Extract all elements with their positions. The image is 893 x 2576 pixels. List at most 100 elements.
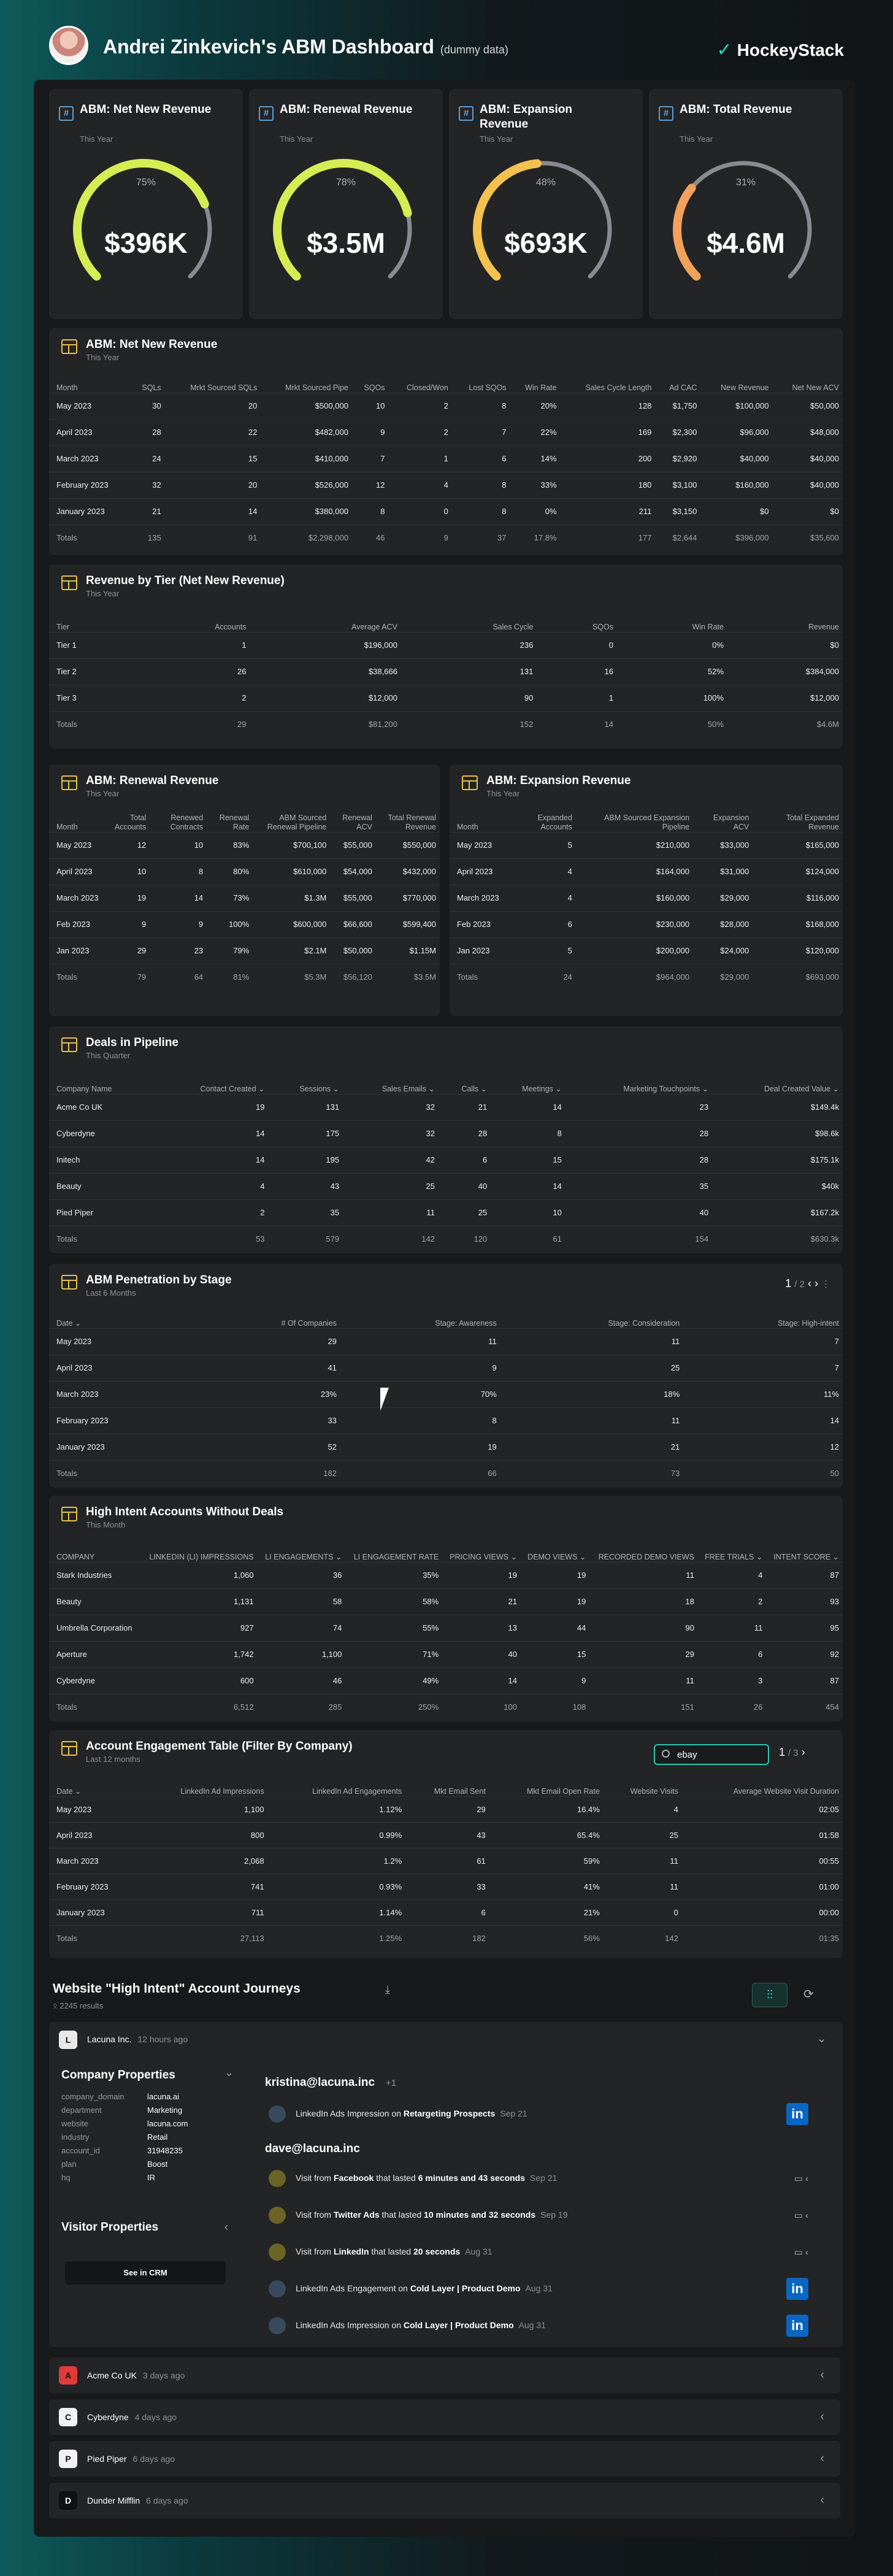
- table-row[interactable]: Pied Piper 2 35 11 25 10 40 $167.2k: [49, 1199, 843, 1226]
- table-row[interactable]: May 2023 30 20 $500,000 10 2 8 20% 128 $1,750 $100…: [49, 392, 843, 419]
- column-header[interactable]: Website Visits: [604, 1772, 682, 1796]
- column-header[interactable]: Sales Cycle Length: [561, 368, 656, 393]
- column-header[interactable]: ABM Sourced Expansion Pipeline: [576, 807, 693, 832]
- table-row[interactable]: Acme Co UK 19 131 32 21 14 23 $149.4k: [49, 1093, 843, 1120]
- column-header[interactable]: DEMO VIEWS ⌄: [521, 1537, 589, 1562]
- column-header[interactable]: Lost SQOs: [452, 368, 510, 393]
- column-header[interactable]: Win Rate: [617, 607, 727, 632]
- column-header[interactable]: Company Name: [49, 1069, 155, 1094]
- journey-activity[interactable]: Visit from Facebook that lasted 6 minute…: [269, 2167, 808, 2190]
- table-row[interactable]: January 2023 21 14 $380,000 8 0 8 0% 211 $3,150 $0…: [49, 498, 843, 525]
- column-header[interactable]: LinkedIn Ad Engagements: [268, 1772, 406, 1796]
- column-header[interactable]: Accounts: [140, 607, 250, 632]
- journey-activity[interactable]: LinkedIn Ads Impression on Cold Layer | …: [269, 2315, 808, 2337]
- column-header[interactable]: Win Rate: [510, 368, 560, 393]
- chevron-left-icon[interactable]: ‹: [820, 2493, 824, 2507]
- column-header[interactable]: Revenue: [727, 607, 843, 632]
- column-header[interactable]: Mrkt Sourced Pipe: [261, 368, 352, 393]
- table-row[interactable]: Cyberdyne 600 46 49% 14 9 11 3 87: [49, 1667, 843, 1694]
- table-row[interactable]: Cyberdyne 14 175 32 28 8 28 $98.6k: [49, 1120, 843, 1147]
- table-row[interactable]: Tier 3 2 $12,000 90 1 100% $12,000: [49, 684, 843, 711]
- table-row[interactable]: April 2023 800 0.99% 43 65.4% 25 01:58: [49, 1821, 843, 1848]
- table-row[interactable]: March 2023 2,068 1.2% 61 59% 11 00:55: [49, 1847, 843, 1874]
- column-header[interactable]: Calls ⌄: [439, 1069, 491, 1094]
- table-row[interactable]: May 2023 12 10 83% $700,100 $55,000 $550,000: [49, 831, 440, 858]
- column-header[interactable]: Sales Cycle: [401, 607, 537, 632]
- column-header[interactable]: Average Website Visit Duration: [682, 1772, 843, 1796]
- column-header[interactable]: Ad CAC: [655, 368, 700, 393]
- column-header[interactable]: RECORDED DEMO VIEWS: [589, 1537, 697, 1562]
- column-header[interactable]: LINKEDIN (LI) IMPRESSIONS: [140, 1537, 257, 1562]
- visitor-email-1[interactable]: kristina@lacuna.inc +1: [265, 2076, 396, 2090]
- column-header[interactable]: Total Expanded Revenue: [753, 807, 843, 832]
- table-row[interactable]: Jan 2023 29 23 79% $2.1M $50,000 $1.15M: [49, 937, 440, 964]
- column-header[interactable]: Stage: Consideration: [500, 1304, 683, 1328]
- table-row[interactable]: Feb 2023 9 9 100% $600,000 $66,600 $599,400: [49, 910, 440, 937]
- table-row[interactable]: March 2023 19 14 73% $1.3M $55,000 $770,000: [49, 884, 440, 911]
- column-header[interactable]: Net New ACV: [773, 368, 843, 393]
- column-header[interactable]: COMPANY: [49, 1537, 140, 1562]
- column-header[interactable]: Marketing Touchpoints ⌄: [565, 1069, 712, 1094]
- journey-account-row[interactable]: D Dunder Mifflin 6 days ago ‹: [49, 2483, 840, 2518]
- table-row[interactable]: April 2023 28 22 $482,000 9 2 7 22% 169 $2,300 $96…: [49, 418, 843, 445]
- journey-account-row[interactable]: P Pied Piper 6 days ago ‹: [49, 2441, 840, 2477]
- table-row[interactable]: January 2023 52 19 21 12: [49, 1433, 843, 1460]
- column-header[interactable]: Renewal Rate: [207, 807, 253, 832]
- chevron-down-icon[interactable]: ⌄: [224, 2066, 234, 2079]
- column-header[interactable]: Mkt Email Sent: [405, 1772, 489, 1796]
- table-row[interactable]: April 2023 4 $164,000 $31,000 $124,000: [450, 858, 843, 885]
- table-row[interactable]: Jan 2023 5 $200,000 $24,000 $120,000: [450, 937, 843, 964]
- see-in-crm-button[interactable]: See in CRM: [65, 2261, 226, 2285]
- column-header[interactable]: Month: [49, 807, 102, 832]
- column-header[interactable]: Deal Created Value ⌄: [712, 1069, 843, 1094]
- table-row[interactable]: Stark Industries 1,060 36 35% 19 19 11 4 87: [49, 1561, 843, 1588]
- column-header[interactable]: Mrkt Sourced SQLs: [165, 368, 261, 393]
- column-header[interactable]: Closed/Won: [389, 368, 452, 393]
- more-visitors-badge[interactable]: +1: [386, 2078, 396, 2088]
- table-row[interactable]: February 2023 741 0.93% 33 41% 11 01:00: [49, 1873, 843, 1899]
- chevron-left-icon[interactable]: ‹: [808, 1277, 811, 1290]
- table-row[interactable]: Beauty 4 43 25 40 14 35 $40k: [49, 1172, 843, 1199]
- more-icon[interactable]: ⋮: [821, 1279, 830, 1290]
- table-row[interactable]: Tier 2 26 $38,666 131 16 52% $384,000: [49, 658, 843, 685]
- column-header[interactable]: Stage: High-intent: [683, 1304, 843, 1328]
- table-row[interactable]: May 2023 1,100 1.12% 29 16.4% 4 02:05: [49, 1796, 843, 1822]
- journey-account-row[interactable]: A Acme Co UK 3 days ago ‹: [49, 2358, 840, 2393]
- column-header[interactable]: Average ACV: [250, 607, 401, 632]
- column-header[interactable]: Renewal ACV: [330, 807, 376, 832]
- journey-activity[interactable]: LinkedIn Ads Impression on Retargeting P…: [269, 2103, 808, 2125]
- column-header[interactable]: INTENT SCORE ⌄: [766, 1537, 843, 1562]
- column-header[interactable]: Contact Created ⌄: [155, 1069, 269, 1094]
- journey-activity[interactable]: LinkedIn Ads Engagement on Cold Layer | …: [269, 2278, 808, 2300]
- column-header[interactable]: SQOs: [352, 368, 389, 393]
- column-header[interactable]: PRICING VIEWS ⌄: [442, 1537, 521, 1562]
- table-row[interactable]: May 2023 5 $210,000 $33,000 $165,000: [450, 831, 843, 858]
- table-row[interactable]: Tier 1 1 $196,000 236 0 0% $0: [49, 631, 843, 658]
- column-header[interactable]: Date ⌄: [49, 1304, 195, 1328]
- chevron-left-icon[interactable]: ‹: [224, 2221, 228, 2234]
- chevron-left-icon[interactable]: ‹: [805, 2174, 808, 2184]
- column-header[interactable]: SQLs: [131, 368, 165, 393]
- download-icon[interactable]: ⤓: [385, 1983, 390, 1996]
- avatar[interactable]: [49, 26, 88, 65]
- column-header[interactable]: Sessions ⌄: [268, 1069, 343, 1094]
- table-row[interactable]: Initech 14 195 42 6 15 28 $175.1k: [49, 1146, 843, 1173]
- journey-activity[interactable]: Visit from LinkedIn that lasted 20 secon…: [269, 2241, 808, 2263]
- table-row[interactable]: April 2023 10 8 80% $610,000 $54,000 $432,000: [49, 858, 440, 885]
- table-row[interactable]: Feb 2023 6 $230,000 $28,000 $168,000: [450, 910, 843, 937]
- journey-account-row[interactable]: C Cyberdyne 4 days ago ‹: [49, 2399, 840, 2435]
- chevron-right-icon[interactable]: ›: [814, 1277, 818, 1290]
- chevron-left-icon[interactable]: ‹: [820, 2451, 824, 2466]
- chevron-left-icon[interactable]: ‹: [820, 2410, 824, 2424]
- column-header[interactable]: Mkt Email Open Rate: [489, 1772, 604, 1796]
- table-row[interactable]: Beauty 1,131 58 58% 21 19 18 2 93: [49, 1588, 843, 1615]
- column-header[interactable]: Total Accounts: [102, 807, 150, 832]
- column-header[interactable]: LI ENGAGEMENT RATE: [345, 1537, 442, 1562]
- column-header[interactable]: Expansion ACV: [693, 807, 753, 832]
- table-row[interactable]: March 2023 4 $160,000 $29,000 $116,000: [450, 884, 843, 911]
- column-header[interactable]: Expanded Accounts: [503, 807, 576, 832]
- chevron-left-icon[interactable]: ‹: [805, 2247, 808, 2258]
- column-header[interactable]: ABM Sourced Renewal Pipeline: [253, 807, 330, 832]
- table-row[interactable]: February 2023 32 20 $526,000 12 4 8 33% 180 $3,10…: [49, 471, 843, 498]
- company-search-input[interactable]: [654, 1744, 769, 1765]
